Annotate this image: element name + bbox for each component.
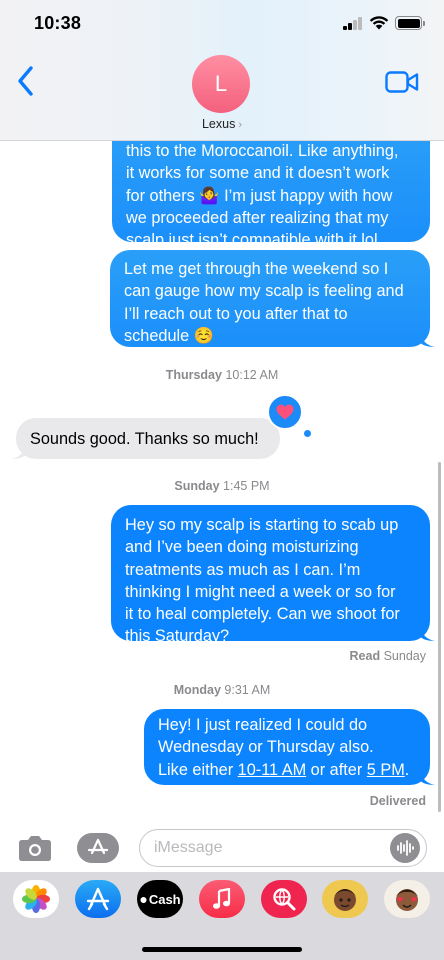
memoji-stickers-app[interactable]	[322, 880, 368, 918]
date-link[interactable]: this Saturday	[125, 627, 220, 645]
music-icon	[213, 888, 231, 909]
message-line: Let me get through the weekend so I	[124, 260, 389, 278]
sent-message-bubble[interactable]: Let me get through the weekend so I can …	[110, 250, 435, 347]
web-search-icon	[273, 888, 296, 911]
timestamp: Sunday 1:45 PM	[0, 479, 444, 493]
read-receipt: Read Sunday	[350, 649, 426, 663]
message-input[interactable]	[139, 829, 427, 867]
message-line: can gauge how my scalp is feeling and	[124, 282, 404, 301]
tapback-dot	[304, 430, 311, 437]
time-link[interactable]: 5 PM	[367, 761, 405, 779]
bubble-tail	[11, 441, 27, 459]
contact-name-button[interactable]: Lexus ›	[0, 117, 444, 131]
message-line: I’ll reach out to you after that to	[124, 304, 348, 323]
scroll-indicator[interactable]	[438, 462, 441, 812]
app-store-button[interactable]	[77, 833, 119, 863]
message-line: Hey! I just realized I could do	[158, 716, 368, 734]
app-store-icon	[87, 838, 109, 855]
message-line: it to heal completely. Can we shoot for	[125, 605, 400, 624]
back-chevron-icon[interactable]	[14, 64, 38, 98]
chevron-right-icon: ›	[238, 119, 243, 131]
message-line: thinking I might need a week or so for	[125, 582, 396, 601]
message-line: Like either 10-11 AM or after 5 PM.	[158, 759, 416, 781]
time-link[interactable]: 10-11 AM	[238, 761, 306, 779]
memoji-icon	[334, 889, 356, 911]
message-line: Hey so my scalp is starting to scab up	[125, 516, 399, 534]
contact-name: Lexus	[201, 117, 236, 131]
message-text: ?	[220, 627, 230, 646]
message-text: Sounds good. Thanks so much!	[30, 430, 259, 448]
home-indicator[interactable]	[142, 947, 302, 952]
cash-label: Cash	[148, 891, 181, 907]
timestamp: Thursday 10:12 AM	[0, 368, 444, 382]
apple-cash-icon: ●	[139, 891, 148, 907]
video-camera-icon[interactable]	[385, 70, 419, 94]
status-time: 10:38	[34, 13, 82, 33]
message-line: this Saturday?	[125, 625, 416, 647]
images-search-app[interactable]	[261, 880, 307, 918]
wifi-icon	[369, 16, 389, 30]
camera-icon[interactable]	[18, 834, 52, 862]
read-label: Read	[349, 649, 381, 663]
message-line: Wednesday or Thursday also.	[158, 738, 374, 757]
audio-message-button[interactable]	[390, 833, 420, 863]
message-line: it works for some and it doesn’t work	[126, 164, 390, 183]
timestamp-time: 1:45 PM	[223, 479, 270, 493]
timestamp-time: 10:12 AM	[225, 368, 279, 382]
music-app[interactable]	[199, 880, 245, 918]
memoji-icon	[396, 889, 418, 911]
bubble-tail	[419, 767, 435, 785]
photos-app[interactable]	[13, 880, 59, 918]
audio-waveform-icon	[397, 840, 414, 856]
tapback-reaction[interactable]	[267, 394, 303, 430]
message-text: Like either	[158, 760, 238, 779]
sent-message-bubble[interactable]: this to the Moroccanoil. Like anything, …	[112, 124, 430, 249]
battery-icon	[395, 16, 425, 30]
read-day: Sunday	[383, 649, 426, 663]
timestamp-day: Thursday	[165, 368, 222, 382]
delivered-receipt: Delivered	[369, 794, 426, 808]
message-text: or after	[306, 760, 367, 779]
message-line: this to the Moroccanoil. Like anything,	[126, 142, 399, 160]
message-text: .	[404, 760, 410, 779]
timestamp-time: 9:31 AM	[224, 683, 271, 697]
sent-message-bubble[interactable]: Hey so my scalp is starting to scab up a…	[111, 505, 435, 645]
timestamp: Monday 9:31 AM	[0, 683, 444, 697]
cellular-signal-icon	[343, 17, 363, 30]
sent-message-bubble[interactable]: Hey! I just realized I could do Wednesda…	[144, 709, 435, 785]
message-line: for others 🤷‍♀️ I’m just happy with how	[126, 186, 393, 205]
compose-bar	[0, 820, 444, 872]
app-store-app[interactable]	[75, 880, 121, 918]
heart-icon	[276, 404, 294, 420]
animoji-app[interactable]	[384, 880, 430, 918]
message-line: and I’ve been doing moisturizing	[125, 538, 359, 557]
bubble-tail	[419, 623, 435, 641]
message-line: treatments as much as I can. I’m	[125, 560, 361, 579]
received-message-bubble[interactable]: Sounds good. Thanks so much!	[11, 418, 280, 459]
contact-avatar[interactable]: L	[192, 55, 250, 113]
photos-icon	[22, 885, 50, 913]
message-line: we proceeded after realizing that my	[126, 208, 389, 227]
apple-cash-app[interactable]: ● Cash	[137, 880, 183, 918]
app-store-icon	[86, 887, 110, 911]
bubble-tail	[419, 329, 435, 347]
message-line: scalp just isn’t compatible with it lol.	[126, 231, 383, 250]
timestamp-day: Sunday	[174, 479, 220, 493]
contact-initial: L	[214, 71, 228, 96]
message-line: schedule ☺️	[124, 326, 214, 345]
status-bar: 10:38	[0, 0, 444, 48]
timestamp-day: Monday	[173, 683, 221, 697]
